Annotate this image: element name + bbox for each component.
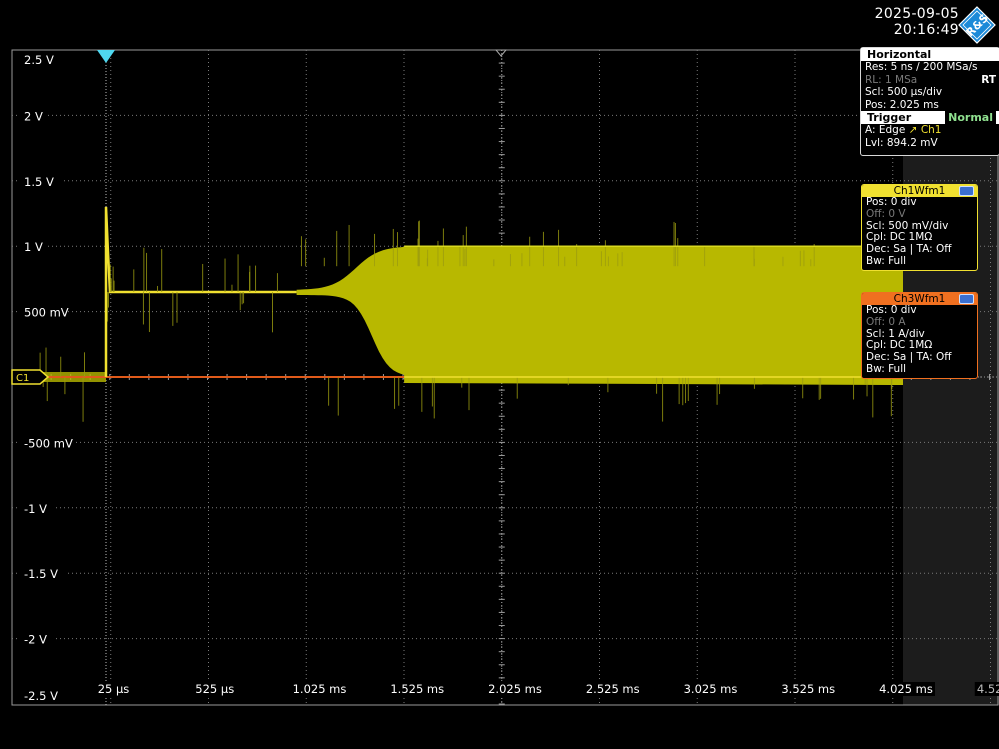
y-label: -2 V xyxy=(24,633,47,647)
y-label: 2.5 V xyxy=(24,53,54,67)
y-label: 500 mV xyxy=(24,306,69,320)
x-axis-labels: 25 µs 525 µs 1.025 ms 1.525 ms 2.025 ms 2.525… xyxy=(95,682,999,696)
ch3-title-bar: Ch3Wfm1 xyxy=(862,293,977,305)
y-label: -2.5 V xyxy=(24,689,58,703)
ch1-marker-label: C1 xyxy=(16,373,29,384)
x-label: 3.025 ms xyxy=(684,682,738,696)
y-label: -1 V xyxy=(24,502,47,516)
resolution-readout: Res: 5 ns / 200 MSa/s xyxy=(865,61,978,73)
rs-logo-icon: R&S xyxy=(958,6,996,44)
ch1-envelope xyxy=(296,246,904,385)
y-label: -500 mV xyxy=(24,436,73,450)
rising-edge-icon: ↗ xyxy=(908,124,918,136)
ch1-title: Ch1Wfm1 xyxy=(893,185,946,197)
ch1-minimize-button[interactable] xyxy=(959,186,974,196)
x-label: 3.525 ms xyxy=(781,682,835,696)
x-label: 2.525 ms xyxy=(586,682,640,696)
x-label: 4.525 ms xyxy=(977,682,999,696)
ch3-info-box[interactable]: Ch3Wfm1 Pos: 0 div Off: 0 A Scl: 1 A/div… xyxy=(861,292,978,379)
horizontal-trigger-panel[interactable]: Horizontal Res: 5 ns / 200 MSa/s RL: 1 M… xyxy=(860,47,999,156)
record-length-row: RL: 1 MSa RT xyxy=(861,74,999,87)
time-readout: 20:16:49 xyxy=(893,22,959,38)
ch1-bandwidth: Bw: Full xyxy=(866,254,907,267)
ch1-info-box[interactable]: Ch1Wfm1 Pos: 0 div Off: 0 V Scl: 500 mV/… xyxy=(861,184,978,271)
y-label: 1 V xyxy=(24,240,43,254)
horizontal-header: Horizontal xyxy=(861,48,999,61)
x-label: 1.525 ms xyxy=(390,682,444,696)
record-length-readout: RL: 1 MSa xyxy=(865,73,918,86)
ch1-offset: Off: 0 V xyxy=(866,207,906,220)
trigger-header: Trigger Normal xyxy=(861,111,999,124)
ch1-initial-level xyxy=(104,206,297,377)
ch1-title-bar: Ch1Wfm1 xyxy=(862,185,977,197)
trigger-level-readout: Lvl: 894.2 mV xyxy=(865,136,938,149)
x-label: 4.025 ms xyxy=(879,682,933,696)
ch3-minimize-button[interactable] xyxy=(959,294,974,304)
ch3-title: Ch3Wfm1 xyxy=(893,293,946,305)
realtime-badge: RT xyxy=(981,73,996,86)
time-scale-readout: Scl: 500 µs/div xyxy=(865,86,943,98)
trigger-source-row: A: Edge ↗ Ch1 xyxy=(861,124,999,137)
trigger-mode: Normal xyxy=(945,111,996,124)
trigger-title: Trigger xyxy=(867,111,912,124)
x-label: 2.025 ms xyxy=(488,682,542,696)
date-readout: 2025-09-05 xyxy=(874,6,959,22)
y-label: 2 V xyxy=(24,109,43,123)
ch3-offset: Off: 0 A xyxy=(866,315,906,328)
y-label: -1.5 V xyxy=(24,567,58,581)
y-label: 1.5 V xyxy=(24,175,54,189)
ch3-bandwidth: Bw: Full xyxy=(866,362,907,375)
x-label: 525 µs xyxy=(195,682,234,696)
scope-display: 2.5 V 2 V 1.5 V 1 V 500 mV -500 mV -1 V -1.5 V -… xyxy=(11,49,999,706)
trigger-position-icon xyxy=(97,50,115,63)
horizontal-position-icon xyxy=(494,49,508,57)
trigger-source: Ch1 xyxy=(920,124,942,136)
x-label: 1.025 ms xyxy=(293,682,347,696)
x-label: 25 µs xyxy=(98,682,130,696)
trigger-type: A: Edge xyxy=(865,124,906,136)
ch1-waveform xyxy=(13,206,904,422)
time-position-readout: Pos: 2.025 ms xyxy=(865,98,939,111)
